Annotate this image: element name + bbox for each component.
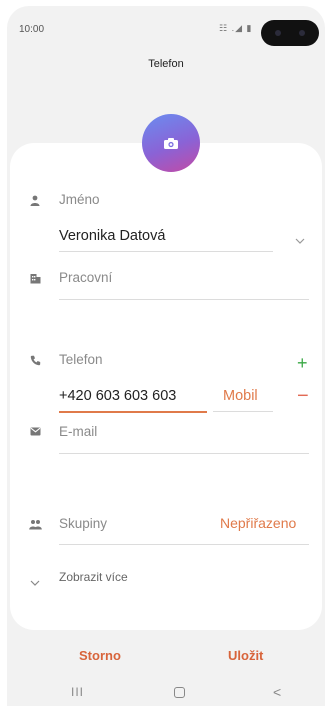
camera-lens-icon [275, 30, 281, 36]
email-icon [28, 424, 42, 438]
status-icons: ☷ .◢ ▮ [219, 23, 253, 33]
camera-lens-icon [299, 30, 305, 36]
email-input[interactable]: E-mail [59, 424, 97, 439]
name-underline [59, 251, 273, 252]
status-time: 10:00 [19, 24, 45, 35]
phone-label: Telefon [59, 352, 103, 367]
email-underline [59, 453, 309, 454]
groups-icon [28, 517, 42, 531]
back-button[interactable]: < [273, 684, 281, 700]
phone-type-dropdown[interactable]: Mobil [223, 388, 258, 404]
person-icon [28, 193, 42, 207]
camera-icon [164, 137, 178, 149]
recent-apps-button[interactable]: III [71, 685, 84, 699]
phone-input[interactable]: +420 603 603 603 [59, 388, 176, 404]
front-camera-cutout [261, 20, 319, 46]
groups-underline [59, 544, 309, 545]
phone-icon [28, 353, 42, 367]
page-title: Telefon [148, 58, 184, 70]
building-icon [28, 271, 42, 285]
system-nav-bar: III < [7, 682, 325, 706]
phone-underline-active [59, 411, 207, 413]
chevron-down-icon[interactable] [295, 232, 305, 250]
show-more-button[interactable]: Zobrazit více [59, 570, 128, 584]
name-label: Jméno [59, 192, 100, 207]
contact-form-card [10, 143, 322, 630]
add-phone-button[interactable]: + [297, 353, 308, 374]
groups-label: Skupiny [59, 516, 108, 531]
remove-phone-button[interactable]: − [297, 386, 309, 406]
phone-type-underline [213, 411, 273, 412]
home-button[interactable] [174, 687, 185, 698]
company-underline [59, 299, 309, 300]
groups-dropdown[interactable]: Nepřiřazeno [220, 515, 296, 531]
chevron-down-icon [30, 574, 40, 592]
phone-screen: 10:00 ☷ .◢ ▮ Telefon Jméno Veronika Dato… [7, 6, 325, 706]
cancel-button[interactable]: Storno [79, 648, 121, 663]
company-input[interactable]: Pracovní [59, 270, 112, 285]
add-photo-button[interactable] [142, 114, 200, 172]
save-button[interactable]: Uložit [228, 648, 263, 663]
name-input[interactable]: Veronika Datová [59, 228, 165, 244]
